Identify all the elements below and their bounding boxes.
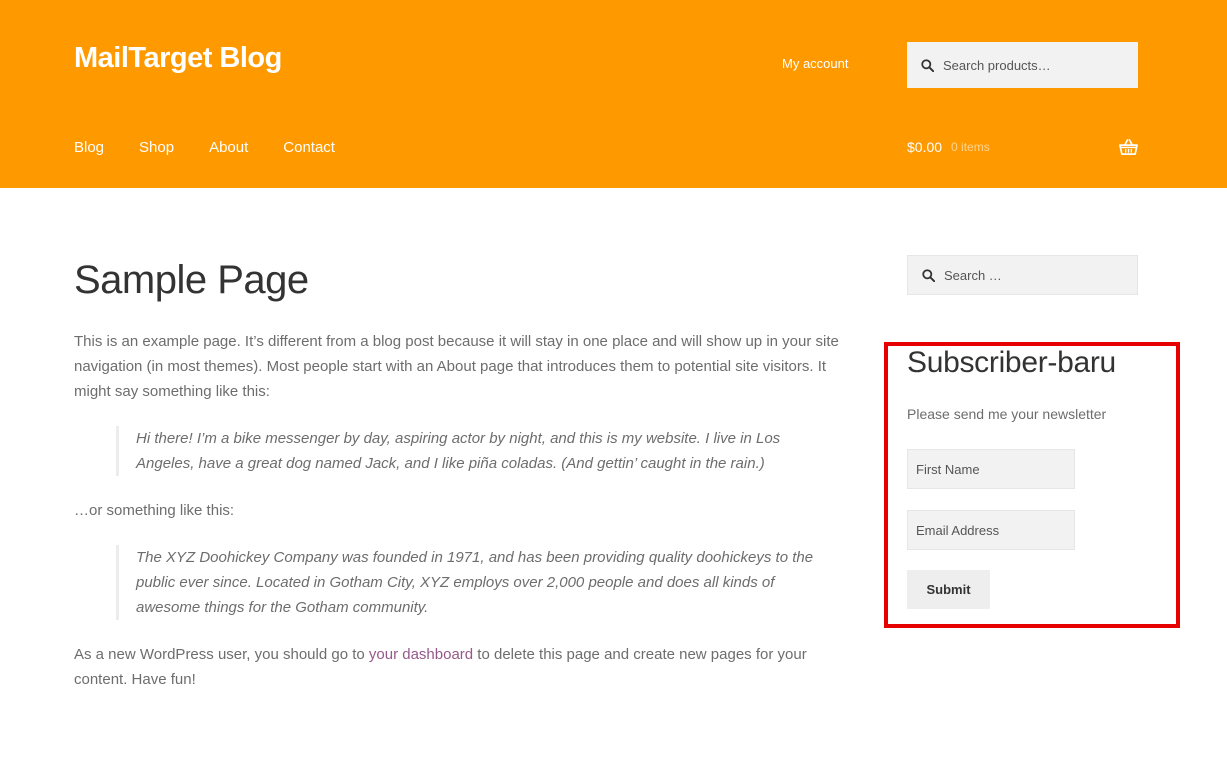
nav-item-shop[interactable]: Shop [139,139,174,156]
blockquote: The XYZ Doohickey Company was founded in… [116,545,816,620]
primary-nav: Blog Shop About Contact [74,139,370,156]
site-header: MailTarget Blog My account Blog Shop Abo… [0,0,1227,188]
sidebar-search-input[interactable] [944,267,1119,283]
site-title[interactable]: MailTarget Blog [74,42,282,75]
widget-title: Subscriber-baru [907,346,1116,379]
nav-item-contact[interactable]: Contact [283,139,335,156]
content-paragraph: This is an example page. It’s different … [74,333,839,400]
cart-summary[interactable]: $0.00 0 items [907,139,1138,155]
submit-button[interactable]: Submit [907,570,990,609]
dashboard-link[interactable]: your dashboard [369,646,473,663]
sidebar-search-box[interactable] [907,255,1138,295]
search-icon [922,268,935,282]
content-paragraph: As a new WordPress user, you should go t… [74,642,864,692]
blockquote: Hi there! I’m a bike messenger by day, a… [116,426,816,476]
paragraph-text: As a new WordPress user, you should go t… [74,646,369,663]
nav-item-about[interactable]: About [209,139,248,156]
search-icon [921,58,934,72]
product-search-input[interactable] [943,57,1118,73]
my-account-link[interactable]: My account [782,56,848,71]
page-title: Sample Page [74,258,309,302]
cart-amount: $0.00 [907,139,943,155]
first-name-field[interactable] [907,449,1075,489]
page-content: This is an example page. It’s different … [74,329,864,714]
cart-count: 0 items [951,140,990,154]
nav-item-blog[interactable]: Blog [74,139,104,156]
widget-description: Please send me your newsletter [907,406,1107,422]
basket-icon[interactable] [1119,138,1138,156]
email-field[interactable] [907,510,1075,550]
content-paragraph: …or something like this: [74,502,235,519]
product-search-box[interactable] [907,42,1138,88]
